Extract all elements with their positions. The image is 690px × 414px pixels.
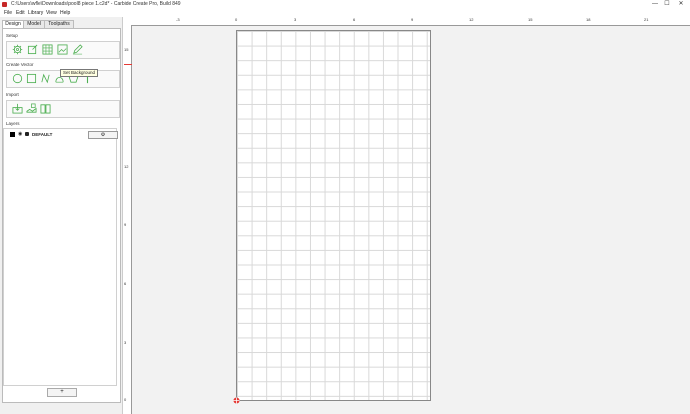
vertical-ruler: 15 12 9 6 3 0: [123, 25, 132, 414]
ruler-h-label: 0: [235, 17, 238, 22]
menu-help[interactable]: Help: [60, 10, 70, 16]
import-vector-icon[interactable]: [12, 103, 23, 114]
ruler-h-label: 21: [644, 17, 649, 22]
ruler-h-label: 15: [528, 17, 533, 22]
left-panel: Design Model Toolpaths Setup Create Vect…: [0, 17, 123, 414]
import-model-icon[interactable]: [26, 103, 37, 114]
layer-row[interactable]: ◉ DEFAULT ⚙: [8, 131, 118, 139]
section-import-label: Import: [6, 92, 19, 97]
circle-tool-icon[interactable]: [12, 73, 23, 84]
pencil-icon[interactable]: [72, 44, 83, 55]
add-layer-button[interactable]: +: [47, 388, 77, 397]
ruler-v-label: 12: [124, 164, 129, 169]
polyline-tool-icon[interactable]: [40, 73, 51, 84]
layer-color-swatch[interactable]: [10, 132, 15, 137]
import-tools: [6, 100, 120, 118]
ruler-v-label: 15: [124, 47, 129, 52]
rectangle-tool-icon[interactable]: [26, 73, 37, 84]
close-button[interactable]: ✕: [674, 0, 688, 9]
section-create-vector-label: Create Vector: [6, 62, 34, 67]
lock-icon[interactable]: [25, 132, 29, 136]
library-book-icon[interactable]: [40, 103, 51, 114]
ruler-h-label: 3: [294, 17, 297, 22]
set-background-icon[interactable]: [57, 44, 68, 55]
horizontal-ruler: -3 0 3 6 9 12 15 18 21: [123, 17, 690, 26]
menu-bar: File Edit Library View Help: [0, 9, 690, 17]
menu-view[interactable]: View: [46, 10, 57, 16]
set-background-tooltip: Set Background: [60, 69, 99, 77]
menu-file[interactable]: File: [4, 10, 12, 16]
ruler-v-label: 6: [124, 281, 127, 286]
menu-library[interactable]: Library: [28, 10, 43, 16]
edit-box-icon[interactable]: [27, 44, 38, 55]
ruler-h-label: 18: [586, 17, 591, 22]
ruler-h-label: 6: [353, 17, 356, 22]
layer-name: DEFAULT: [32, 132, 53, 137]
grid-icon[interactable]: [42, 44, 53, 55]
setup-tools: [6, 41, 120, 59]
ruler-h-label: -3: [176, 17, 180, 22]
ruler-position-marker: [124, 64, 132, 65]
ruler-v-label: 3: [124, 340, 127, 345]
ruler-h-label: 12: [469, 17, 474, 22]
section-setup-label: Setup: [6, 33, 18, 38]
title-bar: C:\Users\wfle\Downloads\pool8 piece 1.c2…: [0, 0, 690, 9]
layers-list: ◉ DEFAULT ⚙: [3, 128, 118, 386]
ruler-v-label: 9: [124, 222, 127, 227]
ruler-v-label: 0: [124, 397, 127, 402]
layer-settings-button[interactable]: ⚙: [88, 131, 118, 139]
eye-icon[interactable]: ◉: [18, 131, 22, 137]
origin-marker-icon: [233, 397, 240, 404]
maximize-button[interactable]: ☐: [660, 0, 674, 9]
ruler-h-label: 9: [411, 17, 414, 22]
window-title: C:\Users\wfle\Downloads\pool8 piece 1.c2…: [11, 1, 181, 7]
section-layers-label: Layers: [6, 121, 20, 126]
menu-edit[interactable]: Edit: [16, 10, 25, 16]
stock-artboard[interactable]: [236, 30, 431, 401]
job-setup-gear-icon[interactable]: [12, 44, 23, 55]
app-icon: [2, 2, 7, 7]
